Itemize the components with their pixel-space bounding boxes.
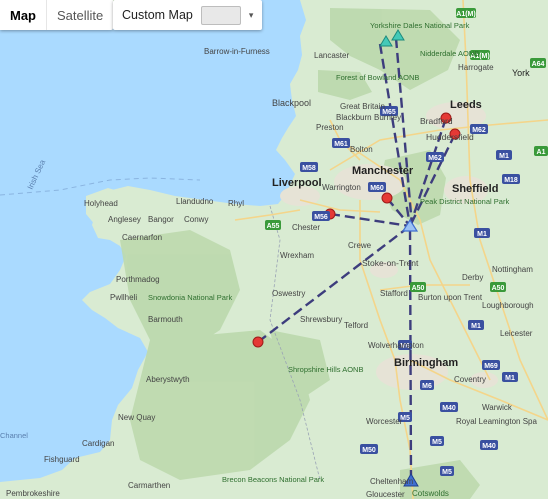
road-shield: A50: [412, 285, 425, 292]
label-barmouth: Barmouth: [148, 315, 183, 324]
label-harrogate: Harrogate: [458, 63, 494, 72]
label-stafford: Stafford: [380, 289, 408, 298]
road-shield: A1(M): [456, 11, 475, 18]
label-bradford: Bradford: [420, 116, 453, 126]
road-shield: M1: [505, 375, 515, 382]
label-liverpool: Liverpool: [272, 177, 322, 189]
label-chester: Chester: [292, 223, 320, 232]
custom-map-label: Custom Map: [122, 8, 193, 22]
label-birmingham: Birmingham: [394, 357, 458, 369]
road-shield: A1: [537, 149, 546, 156]
road-shield: M1: [471, 323, 481, 330]
label-cardigan: Cardigan: [82, 439, 114, 448]
map-canvas[interactable]: A1(M) A1(M) A64 M65 M62 M62 M61 M58 M60 …: [0, 0, 548, 499]
tab-map[interactable]: Map: [0, 0, 46, 30]
label-coventry: Coventry: [454, 375, 486, 384]
label-leeds: Leeds: [450, 99, 482, 111]
label-anglesey: Anglesey: [108, 215, 141, 224]
road-shield: M62: [472, 127, 486, 134]
label-nottingham: Nottingham: [492, 265, 533, 274]
label-shropshire-hills: Shropshire Hills AONB: [288, 365, 363, 374]
label-huddersfield: Huddersfield: [426, 132, 474, 142]
road-shield: M40: [442, 405, 456, 412]
label-stoke: Stoke-on-Trent: [362, 258, 419, 268]
label-blackburn: Blackburn: [336, 113, 372, 122]
label-cheltenham: Cheltenham: [370, 477, 413, 486]
wales-marker[interactable]: [252, 336, 264, 348]
label-wolverhampton: Wolverhampton: [368, 341, 424, 350]
road-shield: M40: [482, 443, 496, 450]
label-pembrokeshire: Pembrokeshire: [6, 489, 60, 498]
map-type-control: Map Satellite: [0, 0, 114, 30]
road-shield: A50: [492, 285, 505, 292]
label-snowdonia: Snowdonia National Park: [148, 293, 232, 302]
road-shield: M6: [422, 383, 432, 390]
label-barrow: Barrow-in-Furness: [204, 47, 270, 56]
label-preston: Preston: [316, 123, 344, 132]
label-gloucester: Gloucester: [366, 490, 405, 499]
road-shield: M50: [362, 447, 376, 454]
road-shield: M5: [442, 469, 452, 476]
label-burnley: Burnley: [374, 113, 401, 122]
label-leicester: Leicester: [500, 329, 533, 338]
label-forest-of-bowland: Forest of Bowland AONB: [336, 73, 419, 82]
label-caernarfon: Caernarfon: [122, 233, 162, 242]
label-lancaster: Lancaster: [314, 51, 349, 60]
road-shield: M62: [428, 155, 442, 162]
label-crewe: Crewe: [348, 241, 372, 250]
label-worcester: Worcester: [366, 417, 403, 426]
label-rhyl: Rhyl: [228, 199, 244, 208]
road-shield: M69: [484, 363, 498, 370]
label-pwllheli: Pwllheli: [110, 293, 137, 302]
label-carmarthen: Carmarthen: [128, 481, 170, 490]
label-warwick: Warwick: [482, 403, 513, 412]
label-blackpool: Blackpool: [272, 98, 311, 108]
label-bolton: Bolton: [350, 145, 373, 154]
label-shrewsbury: Shrewsbury: [300, 315, 342, 324]
custom-map-dropdown[interactable]: Custom Map ▾: [113, 0, 263, 30]
label-manchester: Manchester: [352, 165, 414, 177]
label-holyhead: Holyhead: [84, 199, 118, 208]
label-fishguard: Fishguard: [44, 455, 80, 464]
road-shield: M58: [302, 165, 316, 172]
road-shield: M5: [432, 439, 442, 446]
label-york: York: [512, 68, 530, 78]
custom-map-color-swatch: [200, 5, 241, 25]
label-bangor: Bangor: [148, 215, 174, 224]
label-peak-district: Peak District National Park: [420, 197, 509, 206]
road-shield: M1: [499, 153, 509, 160]
label-brecon-beacons: Brecon Beacons National Park: [222, 475, 324, 484]
label-aberystwyth: Aberystwyth: [146, 375, 190, 384]
label-royal-leamington-spa: Royal Leamington Spa: [456, 417, 537, 426]
label-sheffield: Sheffield: [452, 183, 498, 195]
road-shield: M61: [334, 141, 348, 148]
label-oswestry: Oswestry: [272, 289, 305, 298]
road-shield: M18: [504, 177, 518, 184]
road-shield: A55: [267, 223, 280, 230]
label-channel: Channel: [0, 431, 28, 440]
road-shield: M56: [314, 214, 328, 221]
chevron-down-icon: ▾: [248, 9, 254, 20]
label-yorkshire-dales: Yorkshire Dales National Park: [370, 21, 470, 30]
label-warrington: Warrington: [322, 183, 361, 192]
label-porthmadog: Porthmadog: [116, 275, 160, 284]
label-wrexham: Wrexham: [280, 251, 314, 260]
tab-satellite[interactable]: Satellite: [47, 0, 113, 30]
label-loughborough: Loughborough: [482, 301, 534, 310]
label-derby: Derby: [462, 273, 483, 282]
label-llandudno: Llandudno: [176, 197, 214, 206]
road-shield: A64: [532, 61, 545, 68]
road-shield: M1: [477, 231, 487, 238]
label-telford: Telford: [344, 321, 368, 330]
label-conwy: Conwy: [184, 215, 208, 224]
label-great-britain: Great Britain: [340, 102, 385, 111]
road-shield: M60: [370, 185, 384, 192]
label-burton: Burton upon Trent: [418, 293, 483, 302]
label-nidderdale: Nidderdale AONB: [420, 49, 479, 58]
manchester-marker[interactable]: [381, 192, 393, 204]
label-new-quay: New Quay: [118, 413, 155, 422]
label-cotswolds: Cotswolds: [412, 489, 449, 498]
